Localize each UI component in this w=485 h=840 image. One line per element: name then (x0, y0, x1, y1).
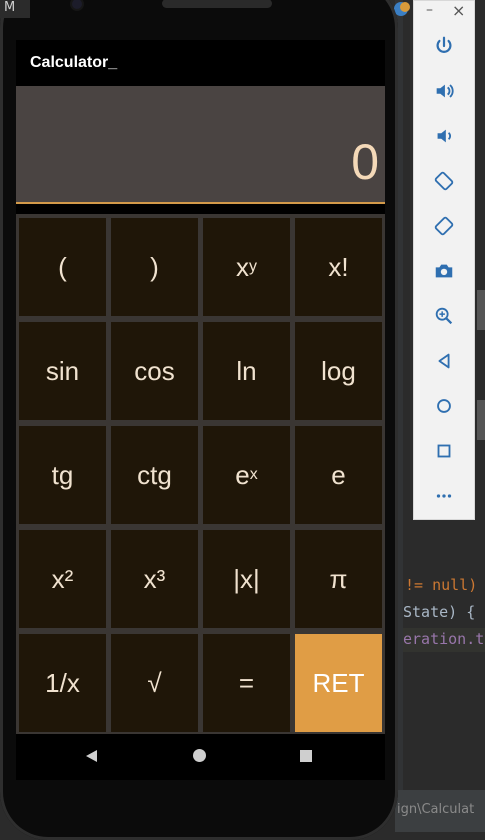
key-ln[interactable]: ln (203, 322, 290, 420)
rotate-left-icon[interactable] (430, 167, 458, 195)
back-icon[interactable] (430, 347, 458, 375)
window-corner-label: M (0, 0, 30, 18)
key-ret[interactable]: RET (295, 634, 382, 732)
key-cube[interactable]: x³ (111, 530, 198, 628)
nav-back-icon[interactable] (86, 750, 97, 762)
nav-home-icon[interactable] (193, 749, 206, 762)
key-power-base: x (236, 251, 249, 282)
key-reciprocal[interactable]: 1/x (19, 634, 106, 732)
home-icon[interactable] (430, 392, 458, 420)
key-exp-base: e (235, 459, 250, 490)
key-exp-exponent: x (249, 466, 258, 483)
zoom-icon[interactable] (430, 302, 458, 330)
key-e[interactable]: e (295, 426, 382, 524)
emulator-toolbar: – × (413, 0, 475, 520)
nav-recents-icon[interactable] (300, 750, 312, 762)
key-power[interactable]: xy (203, 218, 290, 316)
ide-scroll-marker (477, 290, 485, 330)
key-cos[interactable]: cos (111, 322, 198, 420)
camera-icon[interactable] (430, 257, 458, 285)
minimize-button[interactable]: – (426, 2, 433, 18)
volume-up-icon[interactable] (430, 77, 458, 105)
ide-code-line: eration.t (403, 630, 485, 648)
app-title: Calculator_ (30, 54, 118, 71)
display-value: 0 (351, 134, 379, 190)
close-button[interactable]: × (452, 1, 465, 20)
key-tg[interactable]: tg (19, 426, 106, 524)
ide-scroll-marker (477, 400, 485, 440)
android-nav-bar (16, 734, 385, 780)
front-camera (72, 0, 82, 9)
more-icon[interactable] (430, 482, 458, 510)
key-power-exponent: y (249, 258, 257, 275)
ide-code-line: State) { (403, 603, 476, 621)
power-icon[interactable] (430, 32, 458, 60)
volume-down-icon[interactable] (430, 122, 458, 150)
key-exp[interactable]: ex (203, 426, 290, 524)
ide-code-line: != null) (405, 576, 478, 594)
key-close-paren[interactable]: ) (111, 218, 198, 316)
phone-screen: Calculator_ 0 ( ) xy x! sin cos ln log t… (16, 40, 385, 780)
ide-status-bar: ign\Calculat (395, 790, 485, 832)
key-ctg[interactable]: ctg (111, 426, 198, 524)
key-log[interactable]: log (295, 322, 382, 420)
rotate-right-icon[interactable] (430, 212, 458, 240)
keypad: ( ) xy x! sin cos ln log tg ctg ex e x² … (16, 214, 385, 734)
key-sqrt[interactable]: √ (111, 634, 198, 732)
key-equals[interactable]: = (203, 634, 290, 732)
key-factorial[interactable]: x! (295, 218, 382, 316)
overview-icon[interactable] (430, 437, 458, 465)
earpiece-speaker (162, 0, 272, 8)
phone-frame: Calculator_ 0 ( ) xy x! sin cos ln log t… (0, 0, 398, 840)
key-square[interactable]: x² (19, 530, 106, 628)
key-pi[interactable]: π (295, 530, 382, 628)
key-open-paren[interactable]: ( (19, 218, 106, 316)
key-abs[interactable]: |x| (203, 530, 290, 628)
key-sin[interactable]: sin (19, 322, 106, 420)
emulator-titlebar: – × (414, 1, 474, 23)
calculator-display: 0 (16, 86, 385, 204)
